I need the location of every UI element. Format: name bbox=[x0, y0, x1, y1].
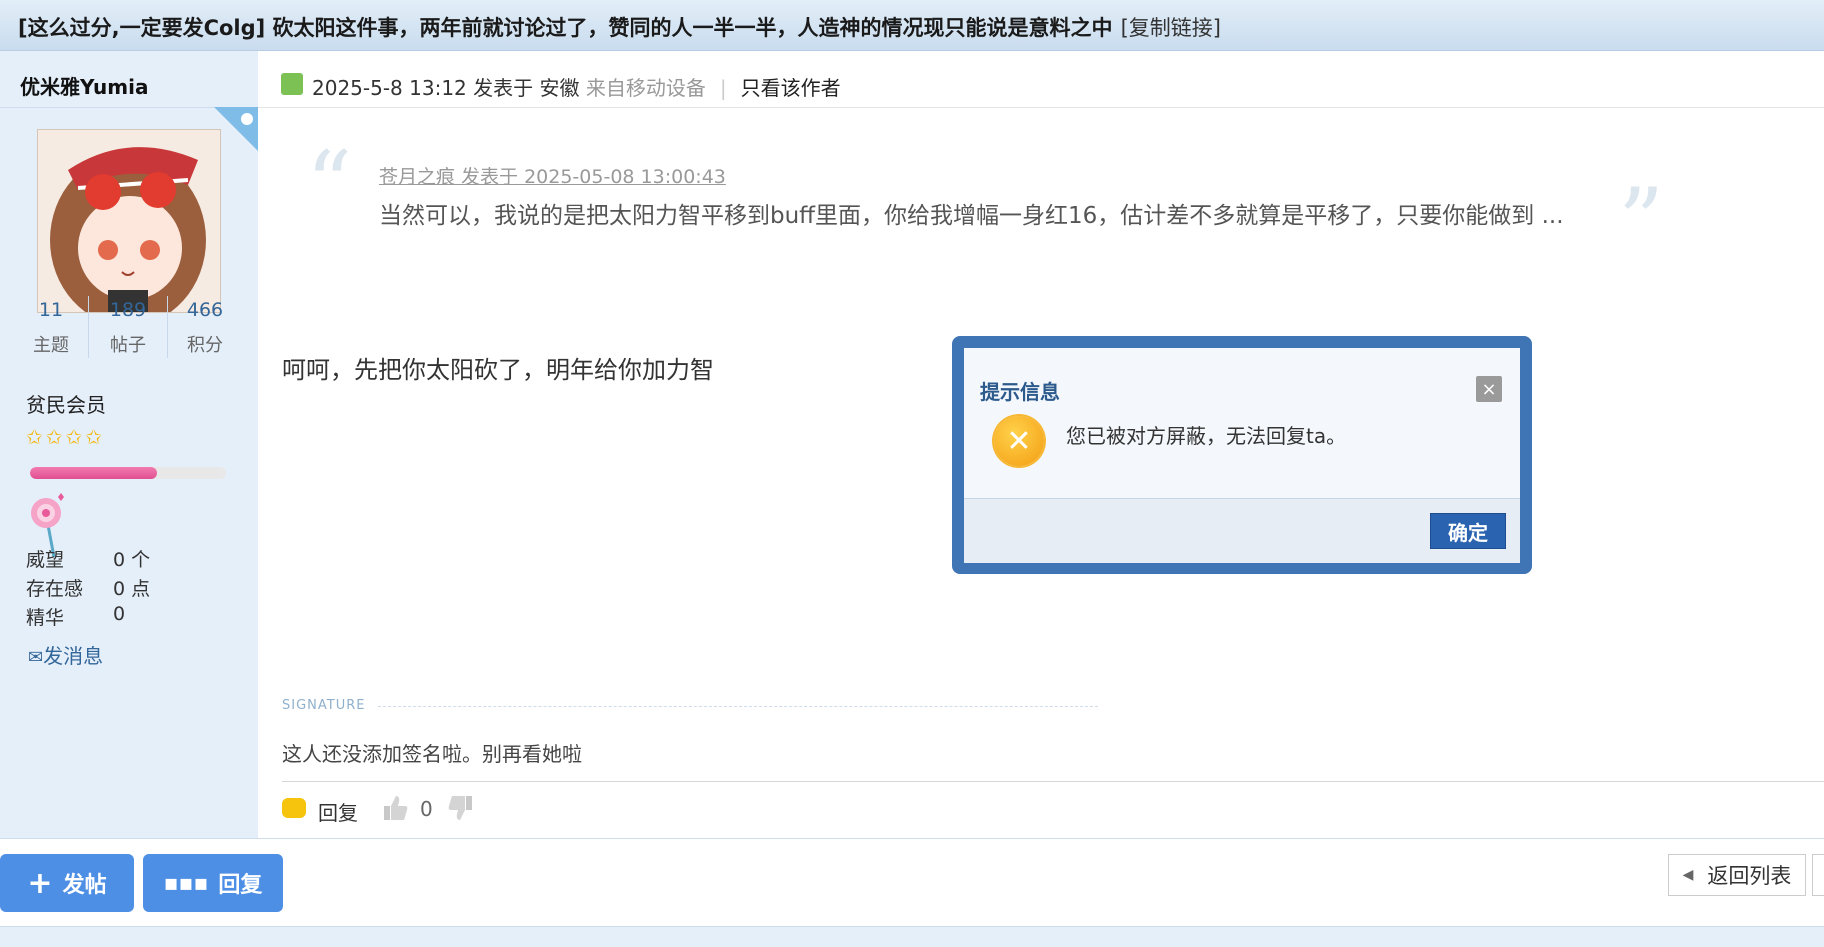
quote-author-link[interactable]: 苍月之痕 发表于 2025-05-08 13:00:43 bbox=[379, 162, 726, 189]
divider: | bbox=[719, 76, 727, 100]
back-to-list-button[interactable]: ◀ 返回列表 bbox=[1668, 854, 1806, 896]
signature-text: 这人还没添加签名啦。别再看她啦 bbox=[282, 742, 582, 766]
star-rating: ✩✩✩✩ bbox=[26, 425, 106, 449]
author-name[interactable]: 优米雅Yumia bbox=[20, 71, 148, 100]
quote-close-icon: ” bbox=[1618, 169, 1665, 274]
dialog-title: 提示信息 bbox=[980, 380, 1060, 404]
stat-value: 0 点 bbox=[113, 578, 151, 600]
signature-label: SIGNATURE bbox=[282, 698, 366, 713]
send-message-label: 发消息 bbox=[43, 644, 104, 668]
post-content: 呵呵，先把你太阳砍了，明年给你加力智 bbox=[282, 356, 714, 384]
thread-title-text: [这么过分,一定要发Colg] 砍太阳这件事，两年前就讨论过了，赞同的人一半一半… bbox=[18, 16, 1113, 40]
dialog-message: 您已被对方屏蔽，无法回复ta。 bbox=[1066, 424, 1347, 448]
send-message-link[interactable]: ✉发消息 bbox=[28, 640, 103, 669]
like-count: 0 bbox=[420, 797, 433, 821]
pagination-button[interactable] bbox=[1812, 854, 1824, 896]
post-device: 来自移动设备 bbox=[585, 76, 706, 100]
reply-button[interactable]: ▪▪▪ 回复 bbox=[143, 854, 283, 912]
post-meta: 2025-5-8 13:12 发表于 安徽 来自移动设备 | 只看该作者 bbox=[312, 72, 841, 101]
envelope-icon: ✉ bbox=[28, 647, 44, 668]
reply-icon[interactable] bbox=[282, 798, 306, 818]
reply-button-label: 回复 bbox=[218, 873, 263, 898]
divider bbox=[0, 838, 1824, 839]
thread-title: [这么过分,一定要发Colg] 砍太阳这件事，两年前就讨论过了，赞同的人一半一半… bbox=[18, 12, 1221, 42]
level-progress-fill bbox=[30, 467, 158, 479]
stat-posts[interactable]: 189 帖子 bbox=[91, 299, 165, 357]
level-progress-bar bbox=[30, 467, 226, 479]
copy-link[interactable]: [复制链接] bbox=[1121, 16, 1221, 40]
quick-reply-header bbox=[0, 926, 1824, 947]
member-group[interactable]: 贫民会员 bbox=[26, 389, 106, 418]
back-to-list-label: 返回列表 bbox=[1707, 864, 1792, 888]
stat-prestige: 威望 0 个 bbox=[26, 545, 150, 572]
quote-text: 当然可以，我说的是把太阳力智平移到buff里面，你给我增幅一身红16，估计差不多… bbox=[379, 203, 1564, 229]
divider bbox=[258, 107, 1824, 108]
stat-value: 0 个 bbox=[113, 549, 151, 571]
stat-label: 威望 bbox=[26, 549, 65, 571]
divider bbox=[378, 706, 1098, 707]
avatar[interactable] bbox=[37, 129, 221, 313]
thumb-down-icon[interactable] bbox=[448, 794, 474, 822]
stat-value: 11 bbox=[38, 299, 64, 321]
avatar-image bbox=[38, 130, 220, 312]
stat-credits[interactable]: 466 积分 bbox=[168, 299, 242, 357]
error-icon: ✕ bbox=[994, 416, 1044, 466]
chat-bubble-icon: ▪▪▪ bbox=[163, 870, 209, 896]
stat-label: 精华 bbox=[26, 607, 65, 629]
author-sidebar: 优米雅Yumia 11 主题 189 帖子 466 积分 贫民会员 ✩✩✩✩ 威… bbox=[0, 51, 258, 838]
only-author-link[interactable]: 只看该作者 bbox=[741, 76, 841, 100]
stat-label: 积分 bbox=[187, 335, 223, 356]
stat-value: 189 bbox=[109, 299, 147, 321]
thread-title-bar: [这么过分,一定要发Colg] 砍太阳这件事，两年前就讨论过了，赞同的人一半一半… bbox=[0, 0, 1824, 51]
divider bbox=[88, 296, 89, 358]
dialog-footer: 确定 bbox=[964, 498, 1520, 563]
stat-value: 0 bbox=[113, 603, 126, 625]
reply-link[interactable]: 回复 bbox=[318, 797, 358, 826]
stat-presence: 存在感 0 点 bbox=[26, 574, 150, 601]
divider bbox=[282, 781, 1824, 782]
online-status-icon bbox=[281, 73, 303, 95]
stat-digest: 精华 0 bbox=[26, 603, 125, 630]
alert-dialog: 提示信息 × ✕ 您已被对方屏蔽，无法回复ta。 确定 bbox=[952, 336, 1532, 574]
stat-label: 存在感 bbox=[26, 578, 84, 600]
stat-value: 466 bbox=[186, 299, 224, 321]
stat-threads[interactable]: 11 主题 bbox=[14, 299, 88, 357]
alert-dialog-body: 提示信息 × ✕ 您已被对方屏蔽，无法回复ta。 确定 bbox=[964, 348, 1520, 563]
thumb-up-icon[interactable] bbox=[382, 794, 408, 822]
close-icon[interactable]: × bbox=[1476, 376, 1502, 402]
stat-label: 帖子 bbox=[110, 335, 146, 356]
ok-button[interactable]: 确定 bbox=[1430, 513, 1506, 549]
post-location: 发表于 安徽 bbox=[473, 76, 580, 100]
stat-label: 主题 bbox=[33, 335, 69, 356]
caret-left-icon: ◀ bbox=[1682, 867, 1694, 883]
quote-open-icon: “ bbox=[306, 132, 353, 237]
new-post-label: 发帖 bbox=[62, 873, 107, 898]
post-datetime: 2025-5-8 13:12 bbox=[312, 76, 467, 100]
new-post-button[interactable]: + 发帖 bbox=[0, 854, 134, 912]
plus-icon: + bbox=[27, 865, 53, 901]
